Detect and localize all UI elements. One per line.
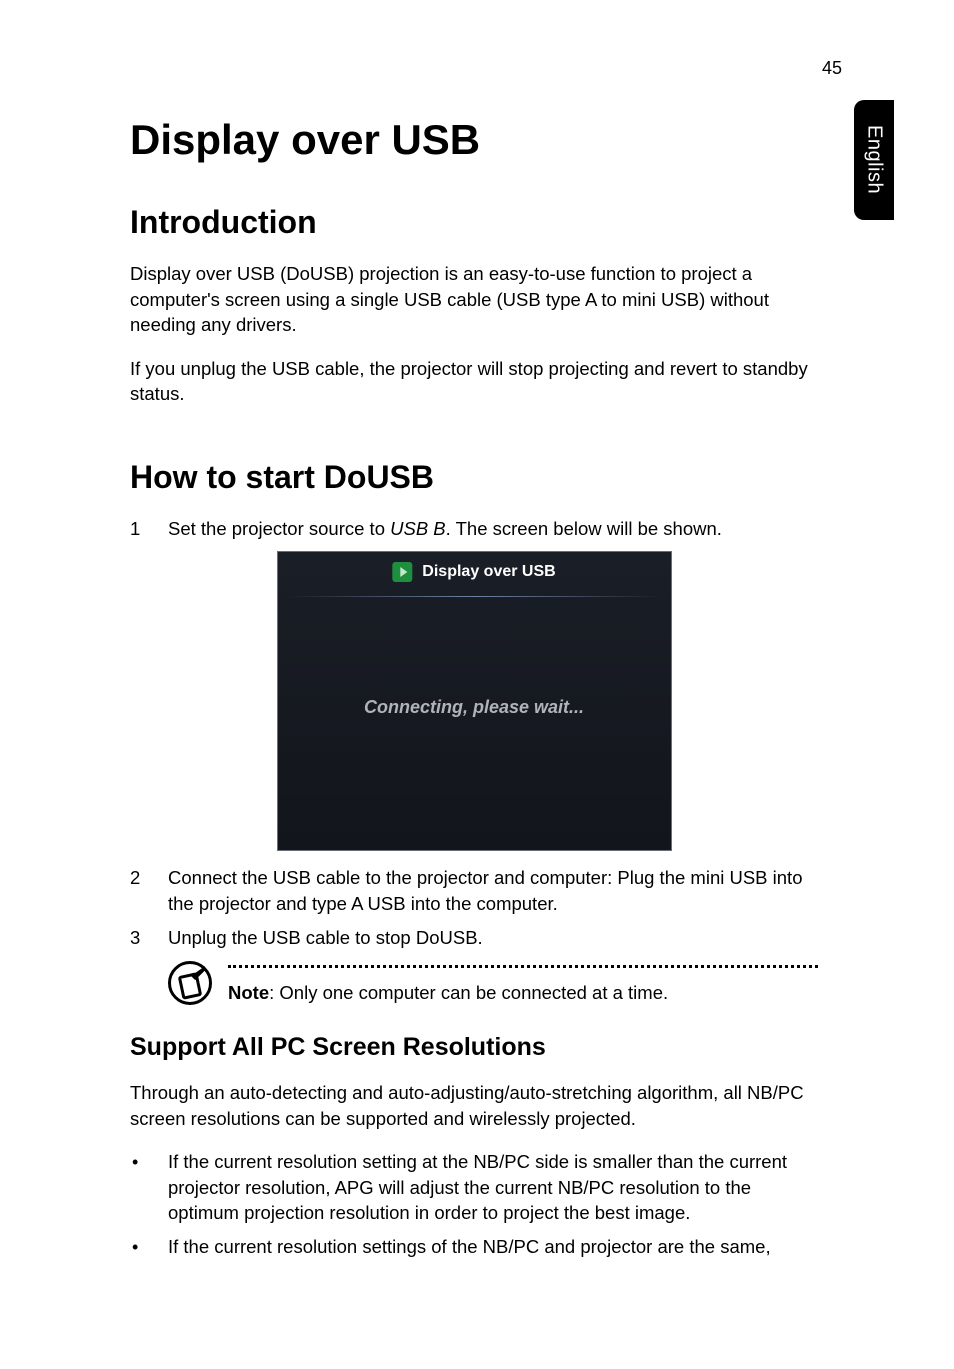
bullet-2: If the current resolution settings of th…: [130, 1234, 818, 1260]
step-text-italic: USB B: [390, 518, 446, 539]
screenshot-title: Display over USB: [422, 563, 555, 581]
step-1: 1 Set the projector source to USB B. The…: [130, 516, 818, 542]
section-introduction-heading: Introduction: [130, 204, 818, 241]
bullet-1: If the current resolution setting at the…: [130, 1149, 818, 1226]
page-number: 45: [822, 58, 842, 79]
support-paragraph: Through an auto-detecting and auto-adjus…: [130, 1080, 818, 1131]
step-text: Unplug the USB cable to stop DoUSB.: [168, 925, 818, 951]
step-number: 1: [130, 516, 168, 542]
bullet-text: If the current resolution setting at the…: [168, 1149, 818, 1226]
step-text: Connect the USB cable to the projector a…: [168, 865, 818, 917]
page-title: Display over USB: [130, 116, 818, 164]
bullet-marker: [130, 1234, 168, 1260]
note-divider: [228, 965, 818, 968]
screenshot-titlebar: Display over USB: [392, 562, 555, 582]
subsection-support-heading: Support All PC Screen Resolutions: [130, 1033, 818, 1062]
projector-icon: [392, 562, 412, 582]
screenshot-divider: [288, 596, 661, 597]
support-bullets: If the current resolution setting at the…: [130, 1149, 818, 1259]
steps-list: 1 Set the projector source to USB B. The…: [130, 516, 818, 542]
note-body-text: : Only one computer can be connected at …: [269, 982, 668, 1003]
step-3: 3 Unplug the USB cable to stop DoUSB.: [130, 925, 818, 951]
step-text-pre: Set the projector source to: [168, 518, 390, 539]
projector-screenshot: Display over USB Connecting, please wait…: [277, 551, 672, 851]
step-number: 2: [130, 865, 168, 917]
language-tab-label: English: [863, 125, 886, 194]
note-icon: [168, 961, 212, 1005]
note-label: Note: [228, 982, 269, 1003]
note-block: Note: Only one computer can be connected…: [168, 961, 818, 1005]
step-2: 2 Connect the USB cable to the projector…: [130, 865, 818, 917]
section-start-heading: How to start DoUSB: [130, 459, 818, 496]
intro-paragraph-1: Display over USB (DoUSB) projection is a…: [130, 261, 818, 338]
bullet-text: If the current resolution settings of th…: [168, 1234, 818, 1260]
step-text-post: . The screen below will be shown.: [446, 518, 722, 539]
intro-paragraph-2: If you unplug the USB cable, the project…: [130, 356, 818, 407]
step-number: 3: [130, 925, 168, 951]
note-text: Note: Only one computer can be connected…: [228, 982, 818, 1004]
page-content: Display over USB Introduction Display ov…: [130, 116, 818, 1268]
screenshot-message: Connecting, please wait...: [278, 697, 671, 718]
language-tab: English: [854, 100, 894, 220]
step-text: Set the projector source to USB B. The s…: [168, 516, 818, 542]
bullet-marker: [130, 1149, 168, 1226]
steps-list-cont: 2 Connect the USB cable to the projector…: [130, 865, 818, 951]
